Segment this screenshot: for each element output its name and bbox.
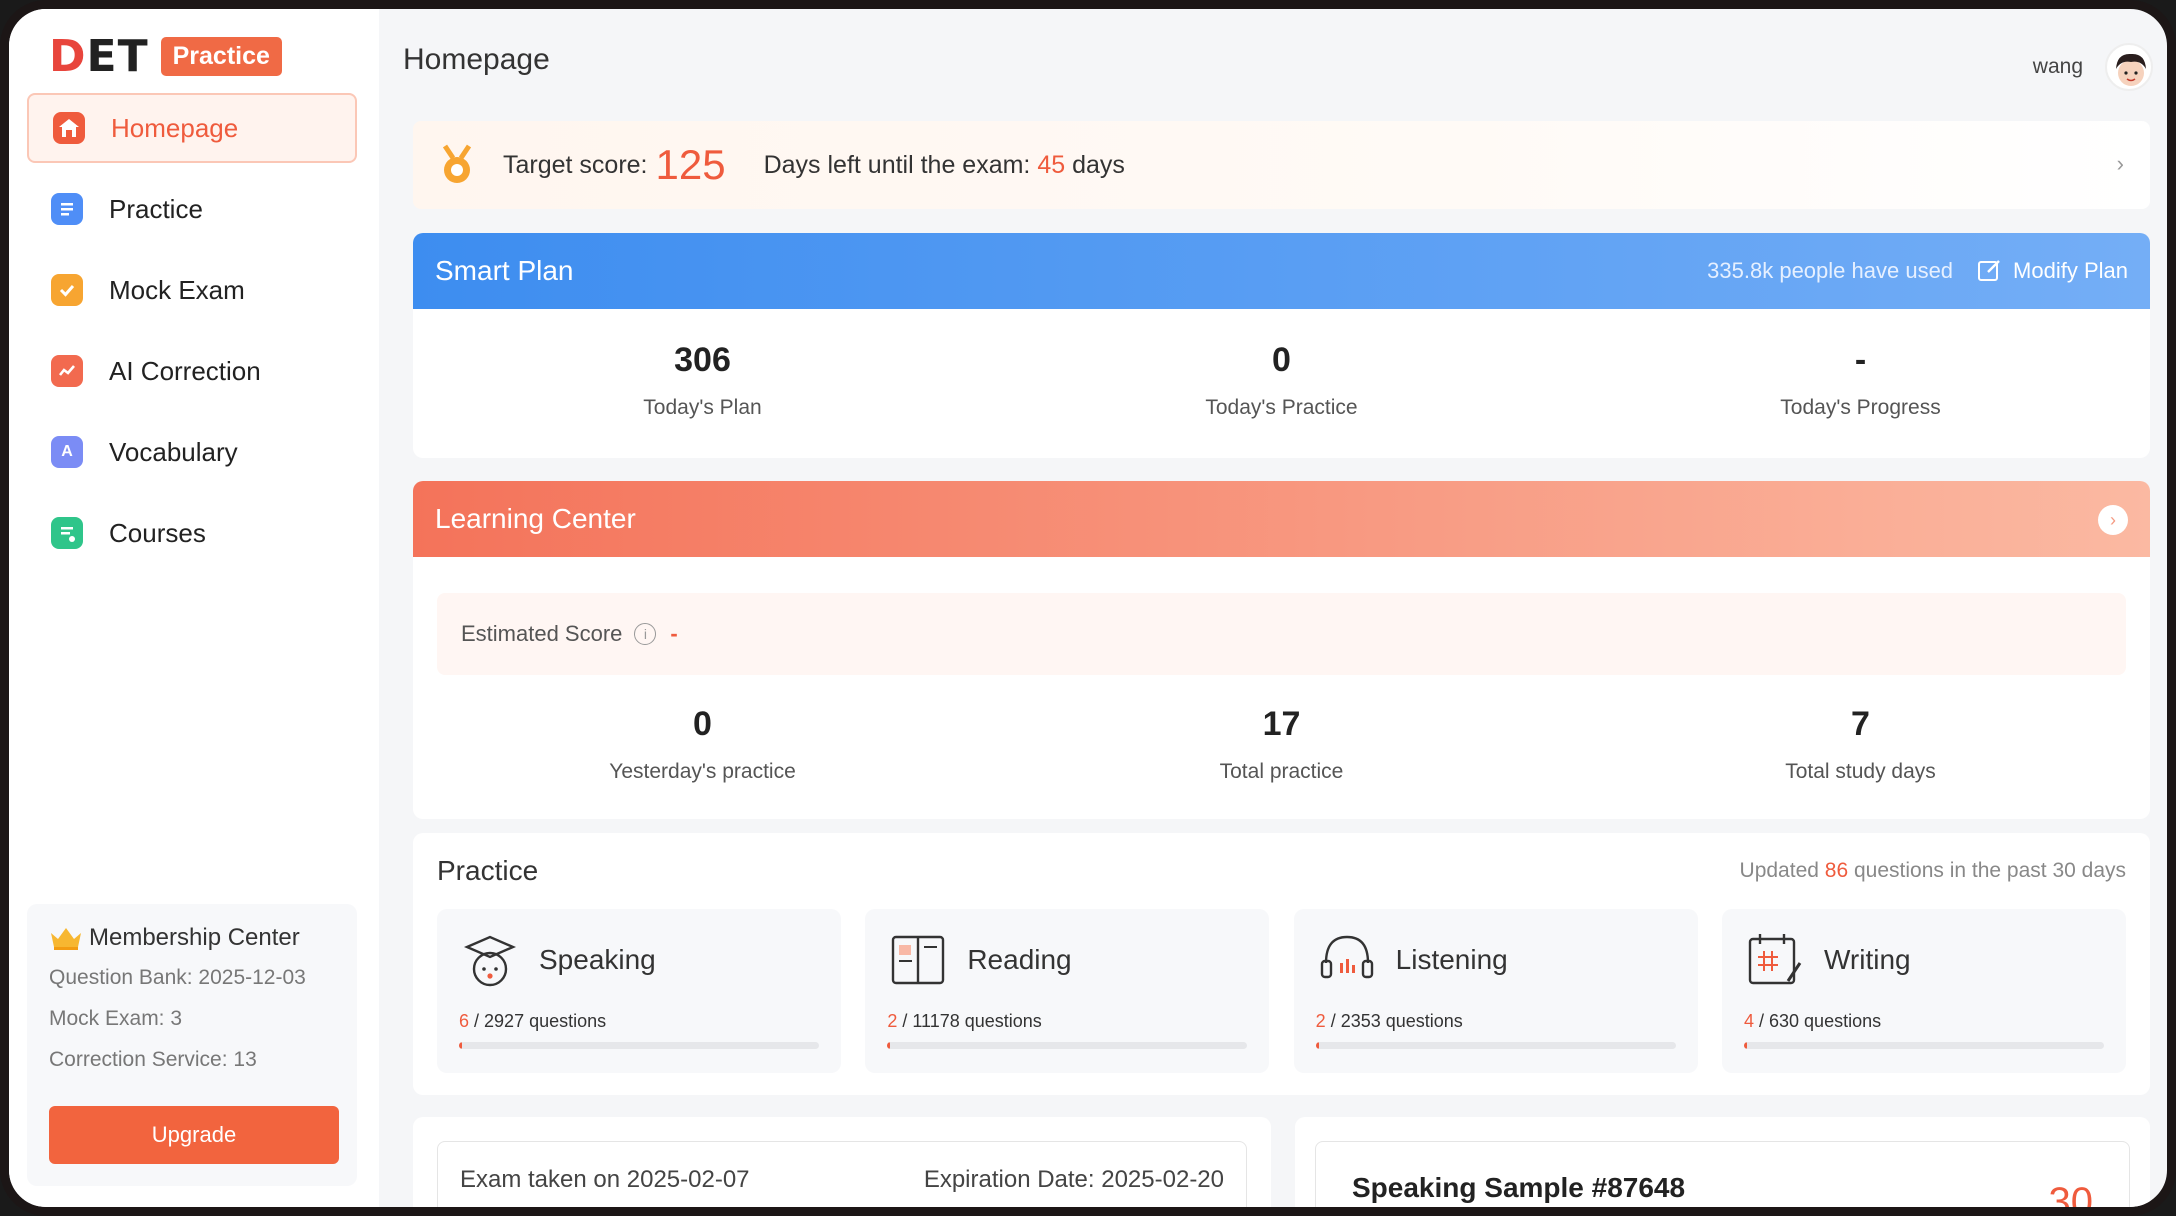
chevron-right-icon: › (2116, 151, 2124, 176)
mock-exam-count: Mock Exam: 3 (49, 1007, 183, 1030)
exam-expiration-date: Expiration Date: 2025-02-20 (923, 1166, 1224, 1193)
chevron-right-icon[interactable]: › (2098, 505, 2128, 535)
target-score-bar[interactable]: Target score: 125 Days left until the ex… (413, 121, 2150, 209)
smart-plan-usage: 335.8k people have used (1707, 258, 1954, 283)
smart-plan-header: Smart Plan 335.8k people have used Modif… (413, 233, 2150, 309)
listening-icon (1320, 935, 1373, 979)
learning-center-card: Learning Center › Estimated Score i - 0Y… (413, 481, 2150, 819)
learning-center-header[interactable]: Learning Center › (413, 481, 2150, 557)
practice-icon (51, 193, 83, 225)
target-score-label: Target score: (503, 150, 648, 179)
estimated-score-value: - (670, 621, 678, 646)
reading-icon (892, 935, 945, 985)
days-left: Days left until the exam: 45 days (763, 150, 1125, 179)
logo[interactable]: DET Practice (49, 31, 282, 82)
practice-title: Practice (437, 855, 539, 886)
home-icon (53, 112, 85, 144)
practice-card: Practice Updated 86 questions in the pas… (413, 833, 2150, 1095)
skill-listening[interactable]: Listening 2 / 2353 questions (1293, 909, 1698, 1073)
modify-plan-button[interactable]: Modify Plan (1977, 258, 2128, 284)
learning-center-title: Learning Center (435, 503, 636, 534)
stat-total-study-days: 7 Total study days (1785, 705, 1936, 783)
sidebar-item-courses[interactable]: Courses (27, 498, 357, 568)
topbar: Homepage wang (403, 43, 2153, 95)
exam-taken-date: Exam taken on 2025-02-07 (460, 1166, 750, 1193)
sidebar-item-label: Practice (109, 193, 203, 224)
writing-icon (1748, 934, 1802, 985)
medal-icon (442, 144, 472, 183)
mock-exam-icon (51, 274, 83, 306)
learning-stats: 0 Yesterday's practice 17 Total practice 7… (413, 675, 2150, 784)
membership-center: Membership Center Question Bank: 2025-12… (27, 904, 357, 1186)
membership-title[interactable]: Membership Center (49, 924, 335, 952)
stat-total-practice: 17 Total practice (1219, 705, 1344, 783)
exam-info[interactable]: Exam taken on 2025-02-07 Expiration Date… (437, 1141, 1247, 1207)
practice-updated: Updated 86 questions in the past 30 days (1739, 859, 2126, 882)
sidebar-item-label: Homepage (111, 112, 239, 143)
sidebar-item-practice[interactable]: Practice (27, 174, 357, 244)
sample-score: 30 (2048, 1180, 2094, 1216)
stat-yesterday-practice: 0 Yesterday's practice (609, 705, 796, 783)
sidebar: DET Practice Homepage Practice Mock Exam… (9, 9, 379, 1207)
logo-badge: Practice (160, 37, 282, 76)
correction-service-count: Correction Service: 13 (49, 1048, 257, 1071)
speaking-sample[interactable]: Speaking Sample #87648 30 (1315, 1141, 2130, 1216)
stat-todays-practice: 0 Today's Practice (1205, 341, 1358, 419)
smart-plan-card: Smart Plan 335.8k people have used Modif… (413, 233, 2150, 458)
progress-bar (1315, 1042, 1676, 1049)
sidebar-item-label: Mock Exam (109, 274, 245, 305)
progress-bar (459, 1042, 819, 1049)
sidebar-item-vocabulary[interactable]: A Vocabulary (27, 417, 357, 487)
sidebar-item-ai-correction[interactable]: AI Correction (27, 336, 357, 406)
upgrade-button[interactable]: Upgrade (49, 1106, 339, 1164)
sidebar-item-label: Courses (109, 517, 206, 548)
skill-speaking[interactable]: Speaking 6 / 2927 questions (437, 909, 841, 1073)
speaking-icon (463, 935, 517, 987)
progress-bar (887, 1042, 1248, 1049)
skill-writing[interactable]: Writing 4 / 630 questions (1721, 909, 2126, 1073)
sidebar-item-label: Vocabulary (109, 436, 238, 467)
sidebar-item-label: AI Correction (109, 355, 261, 386)
sidebar-nav: Homepage Practice Mock Exam AI Correctio… (27, 93, 357, 579)
crown-icon (51, 928, 81, 950)
exam-card: Exam taken on 2025-02-07 Expiration Date… (413, 1117, 1271, 1207)
skill-reading[interactable]: Reading 2 / 11178 questions (865, 909, 1270, 1073)
stat-todays-progress: - Today's Progress (1780, 341, 1941, 419)
edit-icon (1978, 260, 2000, 281)
ai-correction-icon (51, 355, 83, 387)
main-content: Homepage wang Target score: 125 Days lef… (403, 9, 2153, 1207)
sample-title: Speaking Sample #87648 (1352, 1172, 1686, 1203)
logo-text: DET (49, 31, 149, 82)
vocabulary-icon: A (51, 436, 83, 468)
smart-plan-title: Smart Plan (435, 255, 574, 286)
user-name: wang (2032, 55, 2083, 78)
sidebar-item-mock-exam[interactable]: Mock Exam (27, 255, 357, 325)
speaking-sample-card: Speaking Sample #87648 30 (1295, 1117, 2150, 1216)
stat-todays-plan: 306 Today's Plan (643, 341, 762, 419)
user-menu[interactable]: wang (2033, 43, 2153, 91)
question-bank-expiry: Question Bank: 2025-12-03 (49, 966, 306, 989)
target-score-value: 125 (655, 141, 726, 188)
info-icon[interactable]: i (634, 623, 657, 645)
sidebar-item-homepage[interactable]: Homepage (27, 93, 357, 163)
smart-plan-stats: 306 Today's Plan 0 Today's Practice - Today… (413, 309, 2150, 420)
avatar[interactable] (2105, 43, 2153, 91)
courses-icon (51, 517, 83, 549)
estimated-score: Estimated Score i - (437, 593, 2126, 675)
app-window: DET Practice Homepage Practice Mock Exam… (0, 0, 2176, 1216)
page-title: Homepage (403, 43, 550, 76)
progress-bar (1743, 1042, 2104, 1049)
